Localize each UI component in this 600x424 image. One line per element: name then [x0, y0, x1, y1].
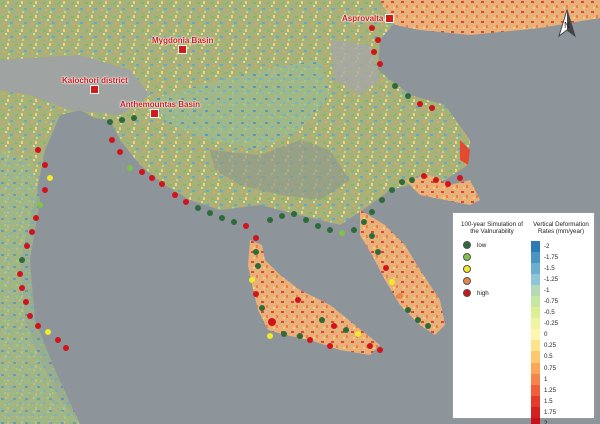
ramp-tick-label: 0.5 [544, 353, 553, 361]
place-marker-icon [90, 85, 99, 95]
ramp-tick-label: -0.75 [544, 298, 559, 306]
ramp-swatch [531, 318, 540, 330]
place-label-asprovalta: Asprovalta [342, 14, 396, 24]
place-marker-icon [385, 14, 395, 24]
vulnerability-legend-title: 100-year Simulation of the Valnurability [461, 221, 523, 235]
ramp-tick-label: 0.25 [544, 342, 557, 350]
ramp-tick-label: 1 [544, 375, 548, 383]
ramp-tick-label: -0.25 [544, 320, 559, 328]
vulnerability-swatch [463, 253, 471, 261]
ramp-tick-label: -1.25 [544, 276, 559, 284]
ramp-swatch [531, 351, 540, 363]
deformation-color-ramp [531, 241, 540, 424]
ramp-swatch [531, 340, 540, 352]
deformation-legend-title: Vertical Deformation Rates (mm/year) [533, 221, 589, 235]
vulnerability-label: low [477, 241, 487, 249]
ramp-tick-label: -2 [544, 243, 550, 250]
ramp-swatch [531, 252, 540, 264]
deformation-tick-labels: -2 -1.75 -1.5 -1.25 -1 -0.75 -0.5 -0.25 0 0.25 0.5… [544, 241, 558, 424]
ramp-swatch [531, 241, 540, 253]
vulnerability-swatch [463, 241, 471, 249]
svg-text:N: N [564, 21, 570, 30]
map-view[interactable]: Mygdonia Basin Asprovalta Kalochori dist… [0, 0, 600, 424]
ramp-tick-label: -1 [544, 287, 550, 295]
place-marker-icon [178, 45, 187, 55]
ramp-swatch [531, 329, 540, 341]
ramp-swatch [531, 395, 540, 407]
map-legend: 100-year Simulation of the Valnurability… [452, 212, 595, 424]
ramp-swatch [531, 263, 540, 275]
ramp-swatch [531, 373, 540, 385]
vulnerability-legend-item [463, 263, 526, 275]
ramp-tick-label: -1.75 [544, 254, 559, 262]
ramp-tick-label: 1.75 [544, 408, 557, 416]
vulnerability-swatch [463, 277, 471, 285]
place-label-mygdonia: Mygdonia Basin [152, 36, 213, 55]
ramp-tick-label: 1.5 [544, 397, 553, 405]
ramp-swatch [531, 417, 540, 424]
ramp-tick-label: -0.5 [544, 309, 555, 317]
place-label-kalochori: Kalochori district [62, 76, 128, 95]
ramp-tick-label: 2 [544, 419, 548, 424]
place-marker-icon [150, 109, 159, 119]
ramp-swatch [531, 296, 540, 308]
place-label-anthemountas: Anthemountas Basin [120, 100, 200, 119]
ramp-swatch [531, 274, 540, 286]
deformation-legend: Vertical Deformation Rates (mm/year) -2-… [529, 221, 593, 424]
vulnerability-legend-item [463, 275, 526, 287]
ramp-tick-label: 0.75 [544, 364, 557, 372]
vulnerability-legend: 100-year Simulation of the Valnurability… [458, 221, 526, 299]
ramp-tick-label: -1.5 [544, 265, 555, 273]
vulnerability-label: high [477, 289, 489, 297]
ramp-swatch [531, 406, 540, 418]
vulnerability-swatch [463, 265, 471, 273]
ramp-swatch [531, 285, 540, 297]
vulnerability-swatch [463, 289, 471, 297]
ramp-swatch [531, 307, 540, 319]
ramp-swatch [531, 362, 540, 374]
vulnerability-legend-item: high [463, 287, 526, 299]
ramp-tick-label: 1.25 [544, 386, 557, 394]
vulnerability-legend-item [463, 251, 526, 263]
ramp-tick-label: 0 [544, 331, 548, 339]
north-arrow-icon: N [556, 8, 578, 40]
ramp-swatch [531, 384, 540, 396]
vulnerability-legend-item: low [463, 239, 526, 251]
